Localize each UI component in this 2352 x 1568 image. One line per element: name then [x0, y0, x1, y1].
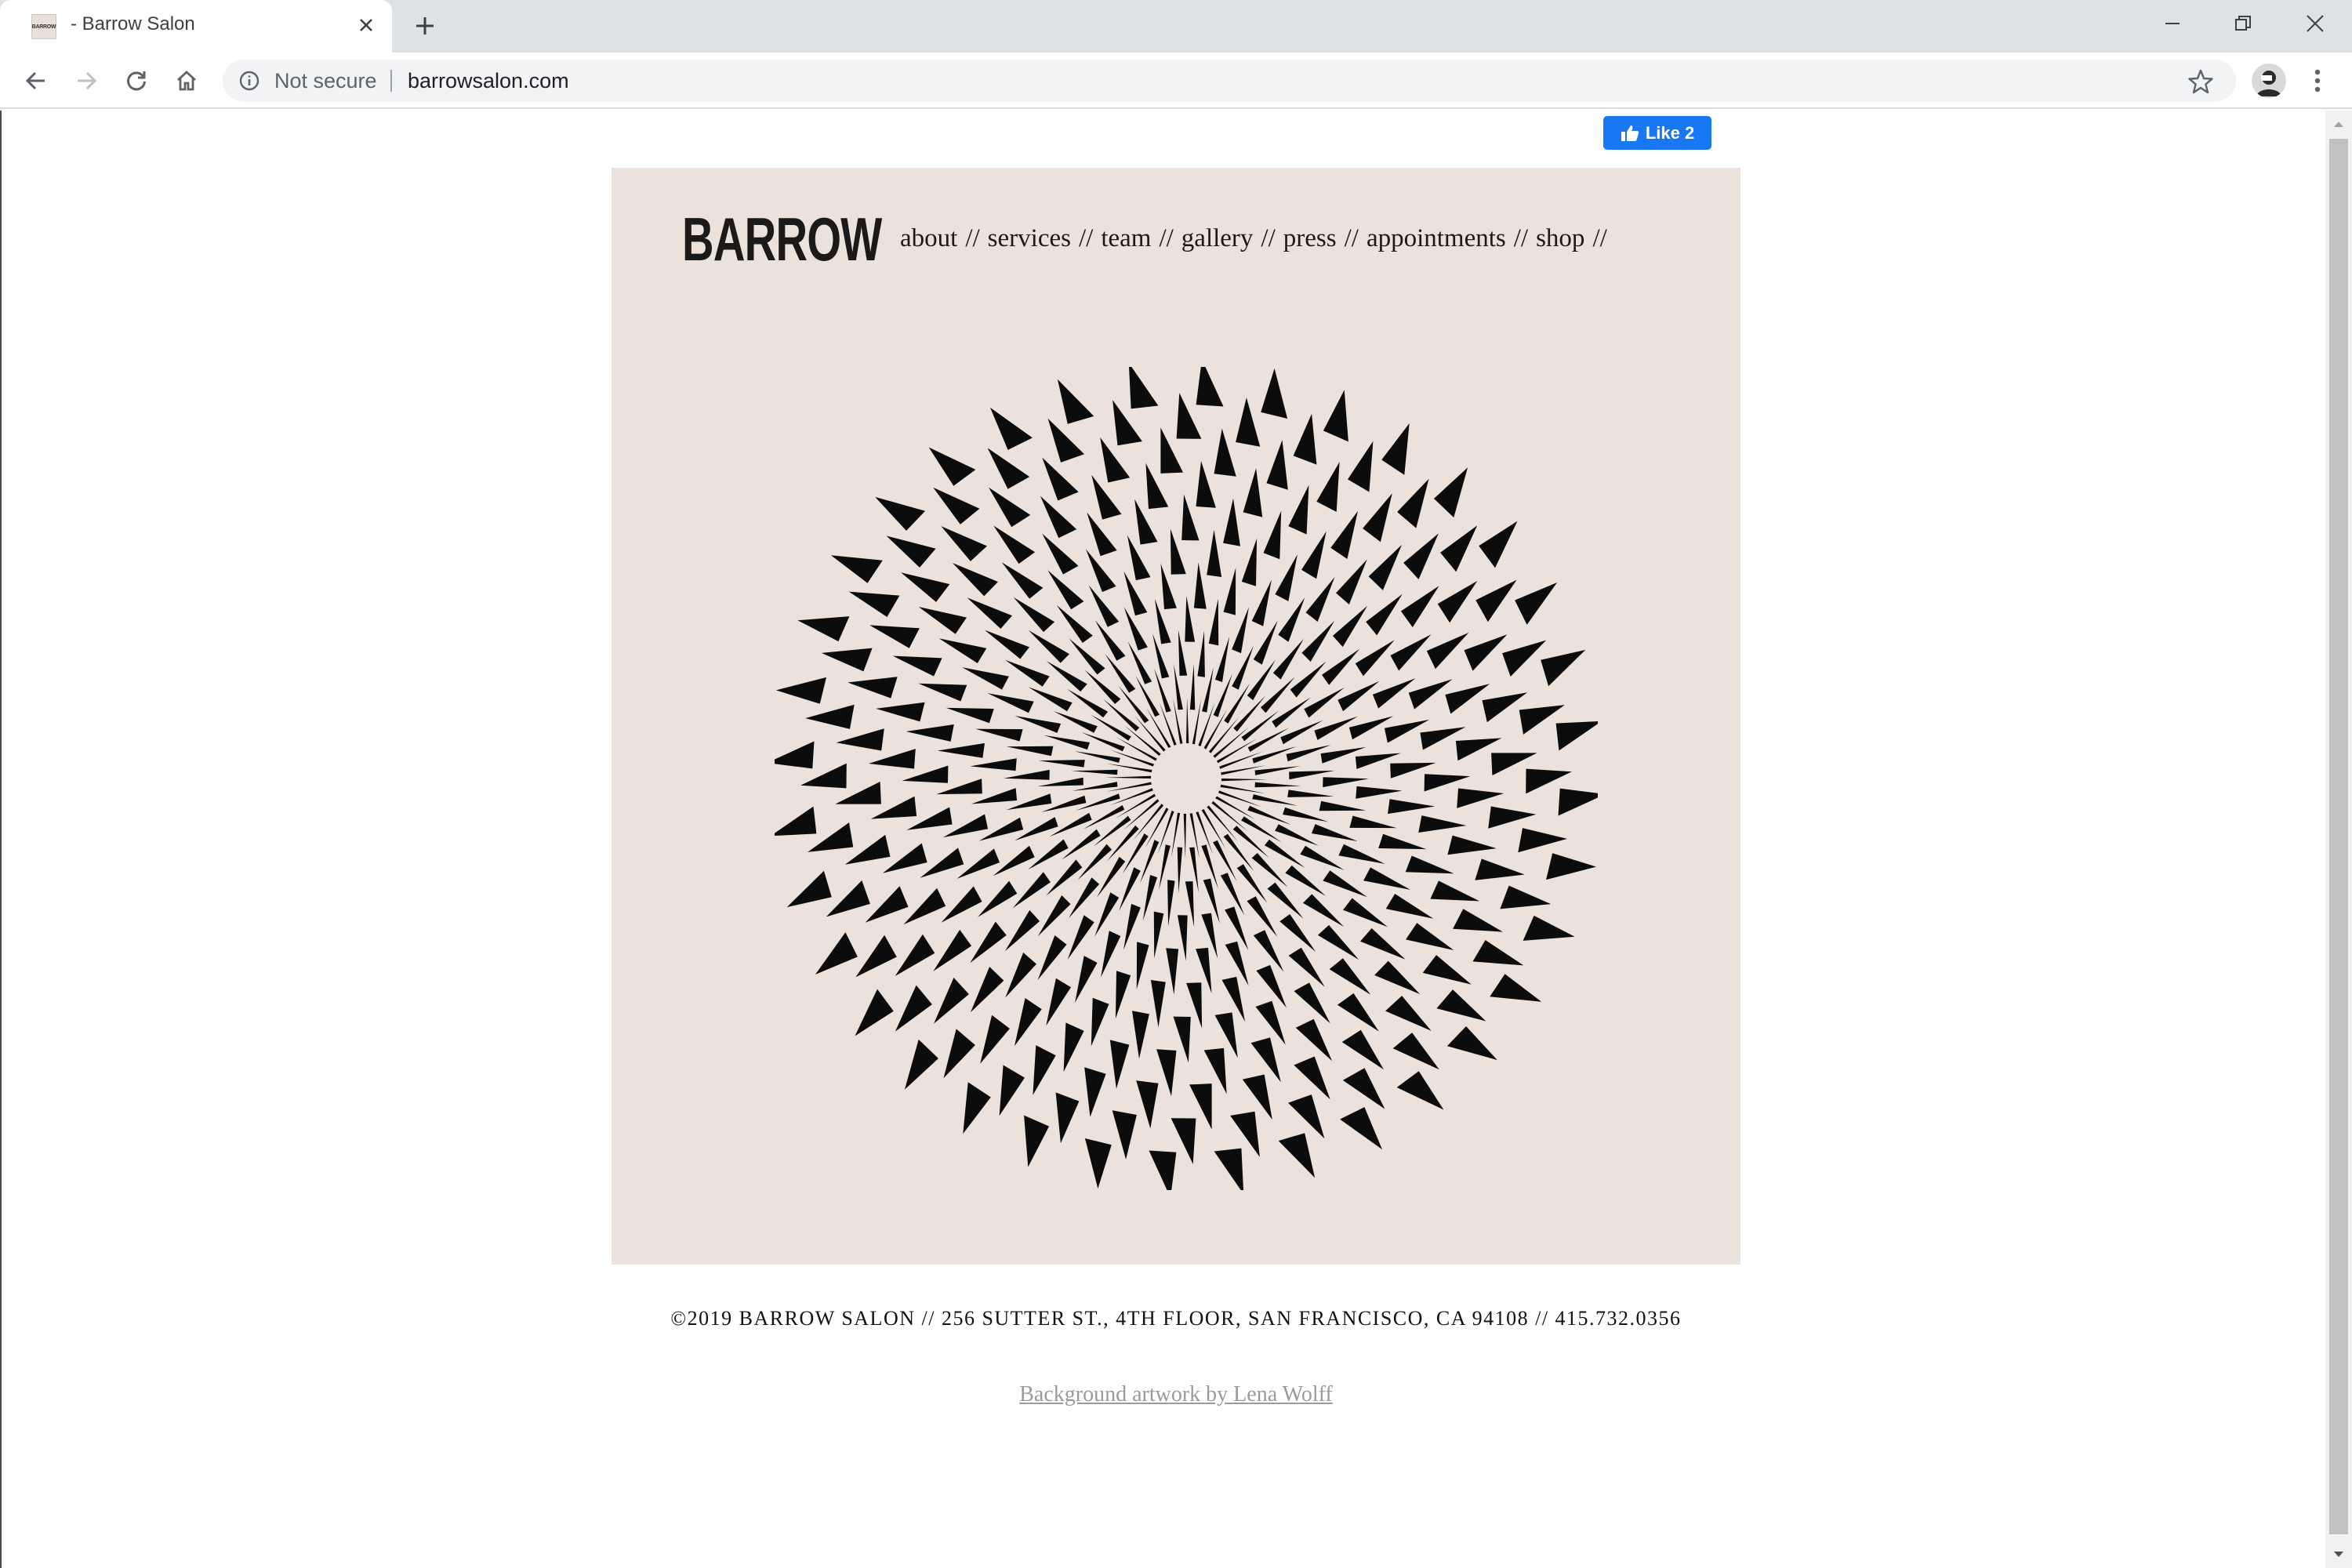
- new-tab-icon[interactable]: [409, 10, 441, 42]
- favicon: BARROW: [31, 14, 56, 39]
- artwork-credit-link[interactable]: Background artwork by Lena Wolff: [2, 1382, 2350, 1407]
- page-viewport: Like 2 BARROW about//services//team//gal…: [0, 111, 2352, 1568]
- url-text[interactable]: barrowsalon.com: [408, 69, 569, 93]
- hero-panel: BARROW about//services//team//gallery//p…: [612, 168, 1740, 1265]
- nav-separator: //: [1592, 224, 1607, 252]
- back-icon[interactable]: [17, 62, 55, 100]
- like-count: Like 2: [1645, 122, 1695, 143]
- nav-link-gallery[interactable]: gallery: [1181, 224, 1254, 253]
- profile-avatar[interactable]: [2252, 64, 2286, 98]
- close-window-icon[interactable]: [2280, 0, 2350, 47]
- address-bar[interactable]: Not secure barrowsalon.com: [223, 60, 2236, 102]
- browser-tab[interactable]: BARROW - Barrow Salon: [0, 0, 392, 53]
- thumbs-up-icon: [1621, 125, 1639, 141]
- tab-strip: BARROW - Barrow Salon: [0, 0, 2352, 53]
- minimize-icon[interactable]: [2137, 0, 2208, 47]
- info-icon[interactable]: [238, 70, 260, 92]
- nav-separator: //: [1513, 224, 1529, 252]
- star-icon[interactable]: [2187, 68, 2214, 95]
- scrollbar-thumb[interactable]: [2329, 139, 2348, 1534]
- nav-link-about[interactable]: about: [900, 224, 957, 253]
- forward-icon[interactable]: [67, 62, 105, 100]
- menu-icon[interactable]: [2302, 62, 2333, 100]
- reload-icon[interactable]: [118, 62, 155, 100]
- nav-separator: //: [1344, 224, 1359, 252]
- nav-separator: //: [1159, 224, 1174, 252]
- facebook-like-button[interactable]: Like 2: [1603, 116, 1711, 150]
- nav-separator: //: [1261, 224, 1276, 252]
- url-divider: [390, 70, 392, 92]
- nav-link-services[interactable]: services: [988, 224, 1071, 253]
- tab-title: - Barrow Salon: [71, 13, 195, 34]
- home-icon[interactable]: [168, 62, 205, 100]
- tab-close-icon[interactable]: [353, 12, 379, 38]
- site-logo[interactable]: BARROW: [682, 209, 882, 270]
- background-artwork: [775, 367, 1598, 1190]
- nav-separator: //: [965, 224, 980, 252]
- nav-link-press[interactable]: press: [1283, 224, 1337, 253]
- main-nav: about//services//team//gallery//press//a…: [900, 224, 1615, 253]
- nav-link-shop[interactable]: shop: [1536, 224, 1584, 253]
- vertical-scrollbar[interactable]: [2325, 111, 2352, 1568]
- browser-toolbar: Not secure barrowsalon.com: [0, 53, 2352, 109]
- restore-icon[interactable]: [2208, 0, 2278, 47]
- nav-link-team[interactable]: team: [1101, 224, 1151, 253]
- scroll-up-arrow-icon[interactable]: [2325, 111, 2352, 137]
- security-status: Not secure: [274, 69, 377, 93]
- nav-separator: //: [1078, 224, 1094, 252]
- nav-link-appointments[interactable]: appointments: [1367, 224, 1506, 253]
- footer-address: ©2019 BARROW SALON // 256 SUTTER ST., 4T…: [670, 1307, 1682, 1330]
- artwork-triangles: [775, 367, 1598, 1190]
- scroll-down-arrow-icon[interactable]: [2325, 1541, 2352, 1568]
